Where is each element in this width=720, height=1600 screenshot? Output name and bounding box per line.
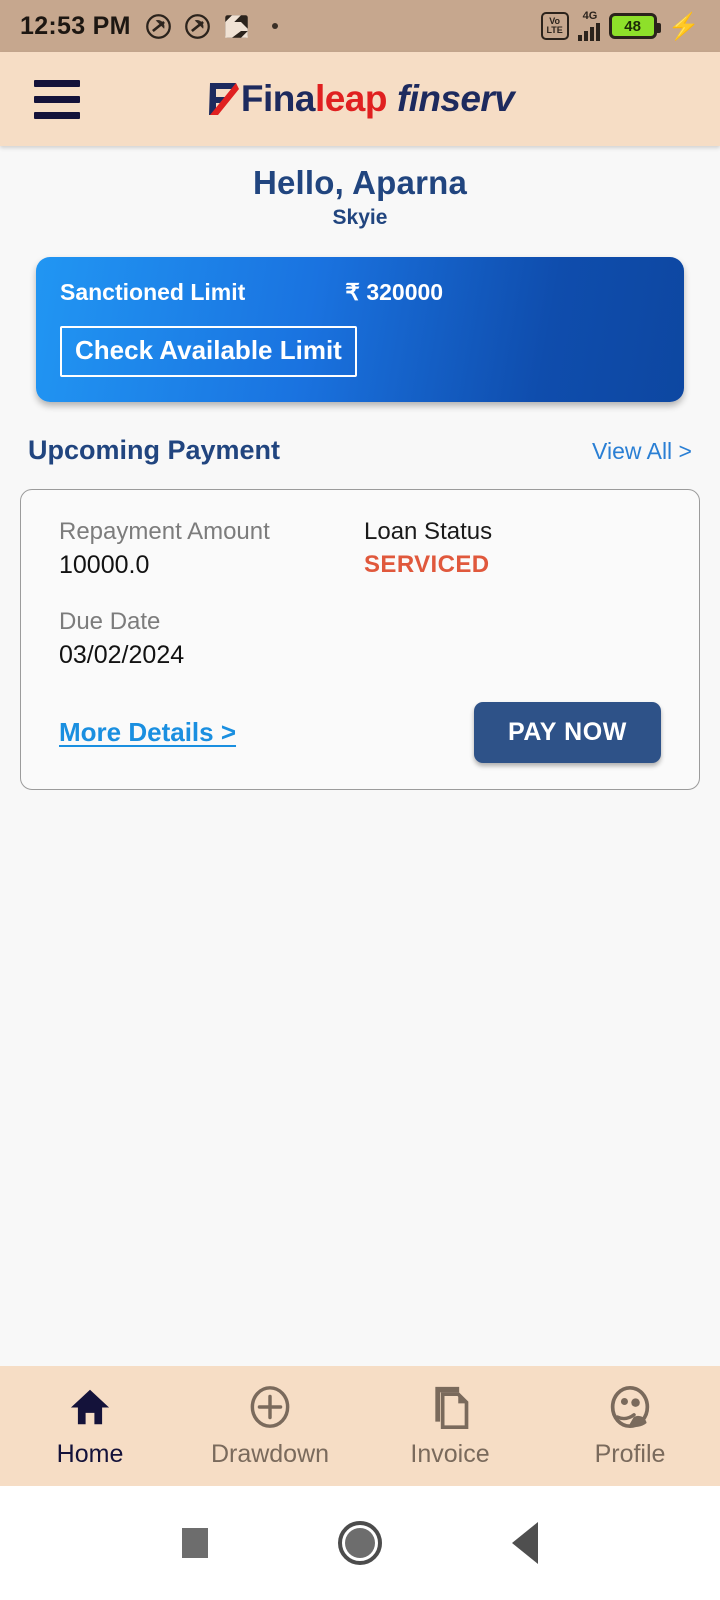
repayment-amount-block: Repayment Amount 10000.0: [59, 516, 364, 582]
repayment-amount-value: 10000.0: [59, 551, 150, 579]
circle-icon[interactable]: [338, 1521, 382, 1565]
profile-face-icon: [607, 1383, 653, 1431]
nav-item-invoice[interactable]: Invoice: [360, 1383, 540, 1469]
loan-status-label: Loan Status: [364, 518, 493, 545]
square-icon[interactable]: [182, 1528, 208, 1558]
volte-icon: Vo LTE: [540, 12, 569, 40]
network-type-label: 4G: [582, 10, 598, 22]
due-date-label: Due Date: [59, 608, 161, 635]
do-not-disturb-icon: [145, 13, 171, 39]
nav-label-profile: Profile: [594, 1440, 666, 1468]
nav-label-invoice: Invoice: [410, 1440, 490, 1468]
charging-bolt-icon: ⚡: [667, 11, 700, 41]
payment-card-row-1: Repayment Amount 10000.0 Loan Status SER…: [59, 516, 661, 582]
image-icon: [225, 14, 248, 38]
greeting-subtitle: Skyie: [332, 206, 388, 229]
payment-card: Repayment Amount 10000.0 Loan Status SER…: [20, 489, 700, 790]
loan-status-badge: SERVICED: [364, 551, 490, 578]
payment-card-footer: More Details > PAY NOW: [59, 702, 661, 763]
sanctioned-limit-value: ₹ 320000: [345, 279, 444, 305]
status-bar-notification-icons: [145, 13, 278, 40]
view-all-link[interactable]: View All >: [592, 438, 692, 465]
due-date-block: Due Date 03/02/2024: [59, 606, 364, 672]
app-root: 12:53 PM Vo LTE 4G 48 ⚡ Fina leap finser…: [0, 0, 720, 1600]
sanctioned-limit-row: Sanctioned Limit ₹ 320000: [60, 279, 660, 306]
signal-icon: 4G: [577, 10, 600, 41]
status-dot-icon: [271, 23, 278, 29]
nav-label-drawdown: Drawdown: [210, 1440, 330, 1468]
documents-icon: [428, 1383, 472, 1431]
upcoming-payment-title: Upcoming Payment: [28, 435, 281, 465]
battery-percent-label: 48: [624, 17, 641, 35]
status-bar-clock: 12:53 PM: [20, 11, 131, 40]
upcoming-payment-header: Upcoming Payment View All >: [28, 435, 692, 466]
pay-now-button[interactable]: PAY NOW: [473, 702, 661, 763]
battery-icon: 48: [608, 13, 661, 39]
check-available-limit-button[interactable]: Check Available Limit: [60, 326, 357, 377]
triangle-back-icon[interactable]: [512, 1522, 538, 1564]
logo-text-finserv: finserv: [396, 78, 515, 119]
home-icon: [67, 1383, 113, 1431]
sanctioned-limit-card: Sanctioned Limit ₹ 320000 Check Availabl…: [36, 257, 684, 402]
sanctioned-limit-label: Sanctioned Limit: [60, 279, 246, 305]
nav-item-profile[interactable]: Profile: [540, 1383, 720, 1469]
due-date-value: 03/02/2024: [59, 641, 185, 669]
nav-label-home: Home: [56, 1440, 124, 1468]
logo-text-fina: Fina: [240, 78, 316, 119]
status-bar: 12:53 PM Vo LTE 4G 48 ⚡: [0, 0, 720, 52]
volte-bottom-text: LTE: [546, 25, 563, 35]
greeting-block: Hello, Aparna Skyie: [0, 146, 720, 230]
finaleap-logo-mark: [208, 83, 239, 115]
loan-status-block: Loan Status SERVICED: [364, 516, 492, 582]
app-bar: Fina leap finserv: [0, 52, 720, 146]
more-details-link[interactable]: More Details >: [59, 717, 236, 748]
main-content: Hello, Aparna Skyie Sanctioned Limit ₹ 3…: [0, 146, 720, 1366]
plus-circle-icon: [247, 1383, 293, 1431]
repayment-amount-label: Repayment Amount: [59, 518, 270, 545]
logo-text-leap: leap: [314, 78, 388, 119]
bottom-navigation: Home Drawdown Invoice Profile: [0, 1366, 720, 1486]
do-not-disturb-icon: [184, 13, 210, 39]
signal-bars: [577, 23, 600, 41]
status-bar-system-icons: Vo LTE 4G 48 ⚡: [540, 10, 700, 41]
app-logo: Fina leap finserv: [0, 78, 720, 120]
payment-card-row-2: Due Date 03/02/2024: [59, 606, 661, 672]
greeting-title: Hello, Aparna: [252, 164, 468, 201]
nav-item-home[interactable]: Home: [0, 1383, 180, 1469]
system-navigation-bar: [0, 1486, 720, 1600]
hamburger-icon[interactable]: [34, 79, 80, 119]
nav-item-drawdown[interactable]: Drawdown: [180, 1383, 360, 1469]
